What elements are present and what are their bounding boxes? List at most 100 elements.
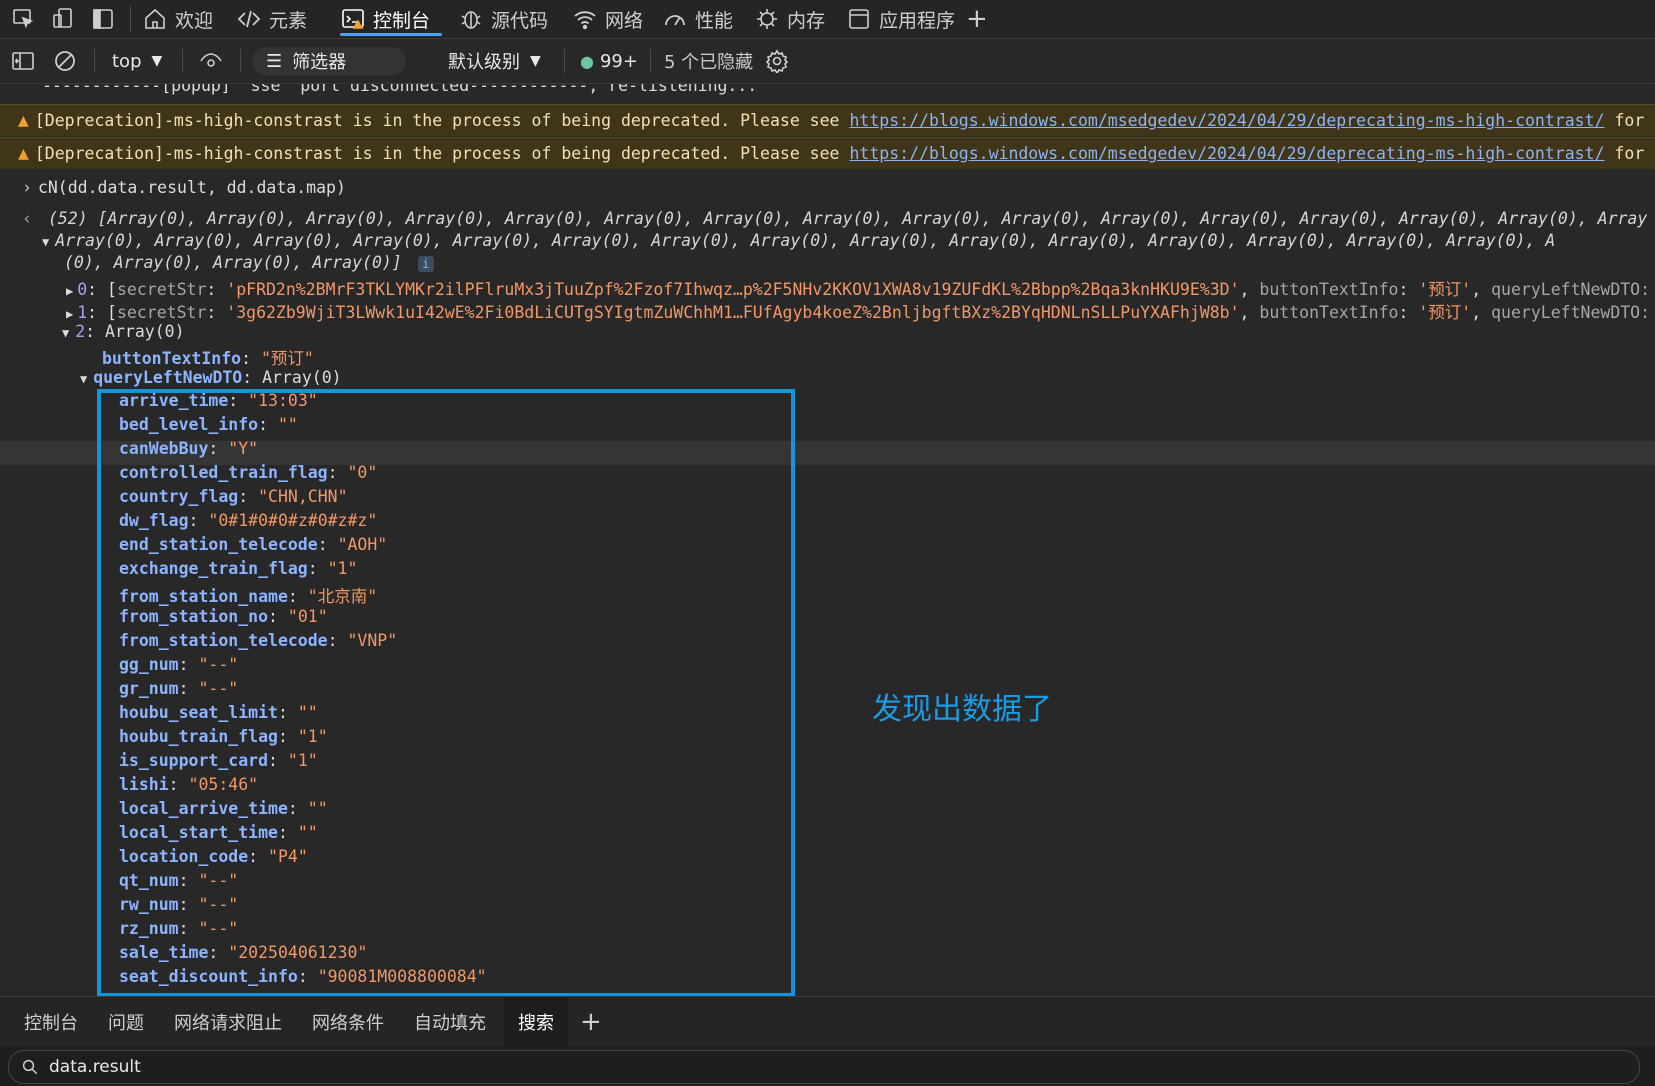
tab-memory[interactable]: 内存 (754, 0, 825, 38)
console-icon (340, 6, 366, 32)
memory-chip-icon (754, 6, 780, 32)
result-line-3: (0), Array(0), Array(0), Array(0)] i (64, 253, 434, 272)
sidebar-toggle-icon[interactable] (10, 39, 36, 83)
highlight-box (97, 389, 795, 996)
log-level-label: 默认级别 (448, 52, 520, 73)
issues-count: 99+ (599, 50, 638, 72)
result-line-2[interactable]: ▼ Array(0), Array(0), Array(0), Array(0),… (42, 231, 1555, 250)
warning-text: [Deprecation]-ms-high-constrast is in th… (34, 144, 840, 163)
devtools-tab-bar: 欢迎 元素 控制台 源代码 网络 性能 内存 应用程序 + (0, 0, 1655, 39)
dock-side-icon[interactable] (90, 0, 116, 38)
warning-icon: ▲ (18, 143, 29, 164)
array-item-0[interactable]: ▶ 0: [secretStr: 'pFRD2n%2BMrF3TKLYMKr2il… (66, 276, 1650, 300)
context-selector[interactable]: top ▼ (112, 39, 162, 83)
tab-network-label: 网络 (605, 9, 644, 32)
array-label: Array(0) (105, 322, 185, 341)
warning-link[interactable]: https://blogs.windows.com/msedgedev/2024… (850, 144, 1605, 163)
application-icon (846, 6, 872, 32)
return-arrow-icon: ‹ (22, 209, 32, 228)
add-tab-icon[interactable]: + (966, 0, 988, 38)
button-text-info-row: buttonTextInfo: "预订" (102, 349, 314, 368)
message-icon: ● (580, 51, 594, 71)
tab-welcome[interactable]: 欢迎 (142, 0, 213, 38)
drawer-tab-autofill[interactable]: 自动填充 (414, 997, 486, 1047)
button-text-value: '预订' (1418, 280, 1472, 299)
tab-performance-label: 性能 (695, 9, 734, 32)
tab-network[interactable]: 网络 (572, 0, 643, 38)
query-key: queryLeftNewDTO: (1491, 303, 1651, 322)
tab-console-label: 控制台 (373, 9, 431, 32)
tab-sources-label: 源代码 (491, 9, 549, 32)
warning-link[interactable]: https://blogs.windows.com/msedgedev/2024… (850, 111, 1605, 130)
query-key: queryLeftNewDTO: (1491, 280, 1651, 299)
issues-counter[interactable]: ● 99+ (580, 39, 638, 83)
expand-triangle-icon: ▼ (62, 326, 70, 340)
drawer-tab-bar: 控制台 问题 网络请求阻止 网络条件 自动填充 搜索 + (0, 996, 1655, 1047)
prompt-chevron-icon: › (22, 178, 32, 197)
search-value: data.result (49, 1057, 141, 1077)
filter-placeholder: 筛选器 (292, 52, 347, 73)
drawer-tab-issues[interactable]: 问题 (108, 997, 144, 1047)
tab-elements[interactable]: 元素 (236, 0, 307, 38)
info-icon: i (417, 256, 434, 272)
tab-sources[interactable]: 源代码 (458, 0, 548, 38)
query-left-new-dto-row[interactable]: ▼ queryLeftNewDTO: Array(0) (80, 368, 342, 387)
home-icon (142, 6, 168, 32)
secret-key: secretStr (116, 303, 207, 322)
result-count: (52) (47, 209, 88, 228)
tab-console[interactable]: 控制台 (340, 0, 443, 38)
drawer-tab-network-conditions[interactable]: 网络条件 (312, 997, 384, 1047)
warning-tail: for (1614, 111, 1645, 130)
secret-value: '3g62Zb9WjiT3LWwk1uI42wE%2Fi0BdLiCUTgSYI… (226, 303, 1240, 322)
tab-memory-label: 内存 (787, 9, 826, 32)
chevron-down-icon: ▼ (151, 53, 163, 69)
context-selector-label: top (112, 50, 142, 72)
device-emulation-icon[interactable] (50, 0, 76, 38)
bug-icon (458, 6, 484, 32)
settings-gear-icon[interactable] (764, 39, 790, 83)
secret-value: 'pFRD2n%2BMrF3TKLYMKr2ilPFlruMx3jTuuZpf%… (226, 280, 1240, 299)
array-item-2[interactable]: ▼ 2: Array(0) (62, 322, 185, 341)
item-index: 1 (77, 303, 88, 322)
command-text: cN(dd.data.result, dd.data.map) (37, 178, 346, 197)
tab-elements-label: 元素 (269, 9, 308, 32)
result-preview: (0), Array(0), Array(0), Array(0)] (64, 253, 402, 272)
button-text-value: '预订' (1418, 303, 1472, 322)
drawer-tab-console[interactable]: 控制台 (24, 997, 78, 1047)
console-output: ------------[popup] `sse` port disconnec… (0, 84, 1655, 996)
prop-key: buttonTextInfo (102, 349, 242, 368)
log-level-selector[interactable]: 默认级别 ▼ (448, 39, 541, 83)
live-expression-icon[interactable] (198, 39, 224, 83)
chevron-down-icon: ▼ (530, 53, 541, 69)
console-warning: ▲ [Deprecation]-ms-high-constrast is in … (0, 137, 1655, 169)
prop-key: queryLeftNewDTO (93, 368, 243, 387)
expand-triangle-icon: ▼ (80, 372, 88, 386)
secret-key: secretStr (116, 280, 207, 299)
filter-icon: ☰ (266, 50, 283, 72)
clear-console-icon[interactable] (52, 39, 78, 83)
drawer-tab-search[interactable]: 搜索 (504, 997, 568, 1047)
tab-welcome-label: 欢迎 (175, 9, 214, 32)
tab-application-label: 应用程序 (879, 9, 956, 32)
array-label: Array(0) (262, 368, 342, 387)
inspect-icon[interactable] (10, 0, 36, 38)
search-input[interactable]: data.result (8, 1050, 1640, 1084)
tab-performance[interactable]: 性能 (662, 0, 733, 38)
tab-application[interactable]: 应用程序 (846, 0, 955, 38)
item-index: 2 (75, 322, 86, 341)
warning-icon: ▲ (18, 110, 29, 131)
collapse-triangle-icon: ▶ (66, 307, 74, 321)
console-toolbar: top ▼ ☰ 筛选器 默认级别 ▼ ● 99+ 5 个已隐藏 (0, 39, 1655, 84)
console-input-line[interactable]: › cN(dd.data.result, dd.data.map) (22, 178, 346, 197)
warning-text: [Deprecation]-ms-high-constrast is in th… (34, 111, 840, 130)
add-drawer-tab-icon[interactable]: + (580, 997, 602, 1047)
item-index: 0 (77, 280, 88, 299)
hidden-count: 5 个已隐藏 (664, 52, 754, 73)
drawer-tab-request-blocking[interactable]: 网络请求阻止 (174, 997, 282, 1047)
filter-input[interactable]: ☰ 筛选器 (252, 47, 407, 75)
result-line-1[interactable]: ‹ (52) [Array(0), Array(0), Array(0), Arr… (22, 209, 1647, 228)
expand-triangle-icon: ▼ (42, 235, 50, 249)
warning-tail: for (1614, 144, 1645, 163)
wifi-icon (572, 6, 598, 32)
array-item-1[interactable]: ▶ 1: [secretStr: '3g62Zb9WjiT3LWwk1uI42wE… (66, 299, 1650, 323)
